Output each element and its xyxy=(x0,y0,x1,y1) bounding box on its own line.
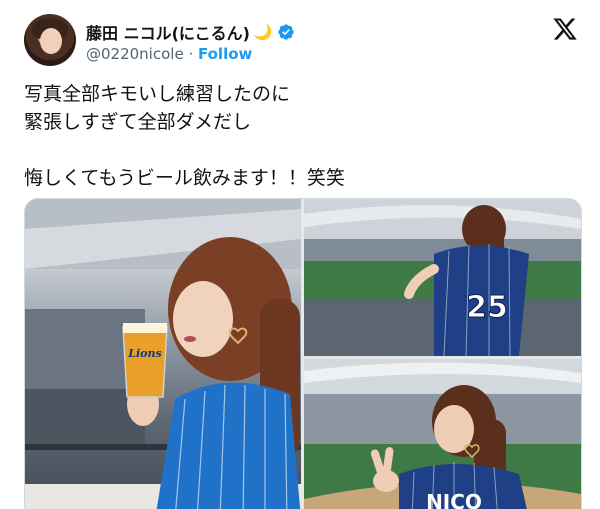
avatar-face xyxy=(40,28,62,54)
photo-jersey-back-scene: 25 xyxy=(304,199,581,356)
photo-beer[interactable]: Lions xyxy=(25,199,301,509)
tweet-line-3: 悔しくてもうビール飲みます！！笑笑 xyxy=(24,167,345,189)
avatar[interactable] xyxy=(24,14,76,66)
photo-peace-sign-scene: NICO xyxy=(304,359,581,509)
handle-separator: · xyxy=(183,45,198,63)
tweet-line-gap xyxy=(24,136,576,164)
tweet-card: 藤田 ニコル(にこるん) 🌙 @0220nicole · Follow 写真全部… xyxy=(0,0,600,509)
verified-badge-icon xyxy=(277,24,294,40)
name-line: 藤田 ニコル(にこるん) 🌙 xyxy=(86,20,295,44)
tweet-header: 藤田 ニコル(にこるん) 🌙 @0220nicole · Follow xyxy=(24,14,580,70)
handle[interactable]: @0220nicole xyxy=(86,45,184,63)
x-logo-icon[interactable] xyxy=(552,16,578,42)
tweet-line-1: 写真全部キモいし練習したのに xyxy=(24,83,291,105)
jersey-number: 25 xyxy=(466,290,508,325)
handle-line: @0220nicole · Follow xyxy=(86,45,252,63)
display-name[interactable]: 藤田 ニコル(にこるん) xyxy=(86,20,250,44)
photo-peace-sign[interactable]: NICO xyxy=(304,359,581,509)
photo-jersey-back[interactable]: 25 xyxy=(304,199,581,356)
cup-label: Lions xyxy=(127,347,161,360)
tweet-text: 写真全部キモいし練習したのに 緊張しすぎて全部ダメだし 悔しくてもうビール飲みま… xyxy=(24,80,576,192)
follow-button[interactable]: Follow xyxy=(198,45,252,63)
tweet-line-2: 緊張しすぎて全部ダメだし xyxy=(24,111,252,133)
moon-icon: 🌙 xyxy=(253,23,273,41)
photo-beer-scene: Lions xyxy=(25,199,301,509)
jersey-name: NICO xyxy=(426,490,482,509)
tweet-media-grid: Lions 25 NICO xyxy=(24,198,582,509)
